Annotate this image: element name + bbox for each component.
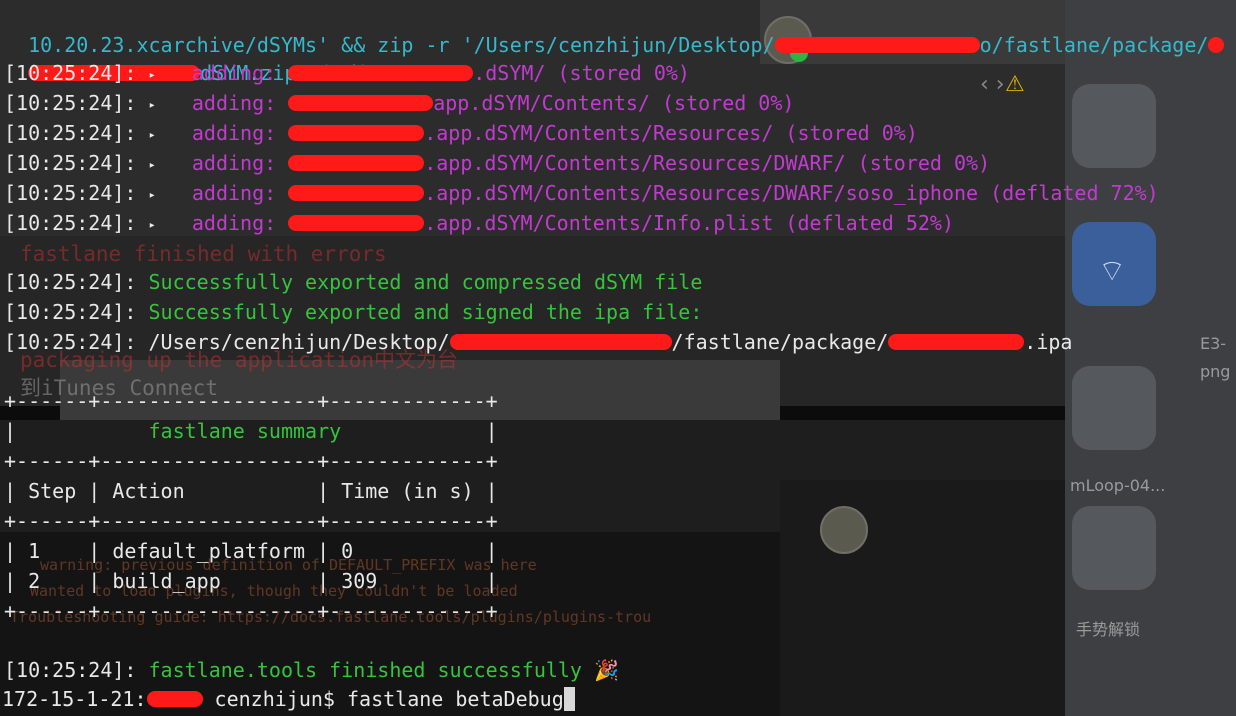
- redaction: [288, 125, 425, 141]
- redaction: [288, 215, 425, 231]
- prompt-line[interactable]: 172-15-1-21: cenzhijun$ fastlane betaDeb…: [2, 684, 575, 714]
- terminal-line: dSYM.zip' *.dSYM: [4, 28, 393, 85]
- triangle-icon: ▸: [148, 217, 156, 232]
- success-message: Successfully exported and compressed dSY…: [148, 270, 703, 294]
- terminal-line: 10.20.23.xcarchive/dSYMs' && zip -r '/Us…: [4, 0, 1225, 57]
- ipa-path: /Users/cenzhijun/Desktop/: [148, 330, 450, 354]
- adding-label: adding:: [191, 91, 277, 115]
- header-time: Time (in s): [341, 479, 474, 503]
- cell-action: default_platform: [112, 539, 306, 563]
- header-step: Step: [28, 479, 77, 503]
- adding-item: .app.dSYM/Contents/Resources/ (stored 0%…: [424, 121, 918, 145]
- side-label: 手势解锁: [1076, 620, 1141, 639]
- adding-item: .app.dSYM/Contents/Info.plist (deflated …: [424, 211, 955, 235]
- timestamp: [10:25:24]:: [4, 300, 137, 324]
- text-cursor: [563, 686, 575, 711]
- timestamp: [10:25:24]:: [4, 270, 137, 294]
- adding-label: adding:: [191, 61, 277, 85]
- wifi-icon: ⌔: [1098, 254, 1127, 289]
- triangle-icon: ▸: [148, 127, 156, 142]
- redaction: [288, 95, 434, 111]
- nav-arrows-icon: ‹ ›: [980, 72, 1005, 97]
- terminal-line: [10:25:24]: ▸ adding: .app.dSYM/Contents…: [4, 208, 954, 238]
- summary-border: +------+------------------+-------------…: [4, 389, 498, 413]
- redaction: [288, 65, 474, 81]
- terminal-line: [10:25:24]: ▸ adding: .app.dSYM/Contents…: [4, 178, 1159, 208]
- adding-label: adding:: [191, 151, 277, 175]
- triangle-icon: ▸: [148, 67, 156, 82]
- avatar: [820, 506, 868, 554]
- redaction: [146, 691, 203, 707]
- side-label: mLoop-04...: [1070, 476, 1166, 495]
- terminal-line: [10:25:24]: ▸ adding: app.dSYM/Contents/…: [4, 88, 794, 118]
- prompt-host: 172-15-1-21:: [2, 687, 147, 711]
- background-chat: [780, 480, 1065, 716]
- redaction: [888, 334, 1025, 350]
- finished-message: fastlane.tools finished successfully: [148, 658, 582, 682]
- adding-item: .app.dSYM/Contents/Resources/DWARF/ (sto…: [424, 151, 991, 175]
- redaction: [288, 155, 425, 171]
- adding-label: adding:: [191, 211, 277, 235]
- app-icon: [1072, 506, 1156, 590]
- terminal-line: [10:25:24]: Successfully exported and co…: [4, 267, 702, 297]
- prompt-user: cenzhijun$: [214, 687, 335, 711]
- zip-command-mid: o/fastlane/package/: [979, 33, 1209, 57]
- timestamp: [10:25:24]:: [4, 181, 137, 205]
- side-label: E3-: [1200, 334, 1227, 353]
- triangle-icon: ▸: [148, 97, 156, 112]
- triangle-icon: ▸: [148, 157, 156, 172]
- cell-time: 0: [341, 539, 354, 563]
- adding-item: .app.dSYM/Contents/Resources/DWARF/soso_…: [424, 181, 1159, 205]
- terminal-line: [10:25:24]: /Users/cenzhijun/Desktop/ /fa…: [4, 327, 1072, 357]
- summary-border: +------+------------------+-------------…: [4, 449, 498, 473]
- redaction: [1208, 37, 1225, 53]
- redaction: [288, 185, 425, 201]
- summary-border: +------+------------------+-------------…: [4, 599, 498, 623]
- app-icon: [1072, 366, 1156, 450]
- header-action: Action: [112, 479, 185, 503]
- ipa-path: /fastlane/package/: [671, 330, 889, 354]
- app-icon: [1072, 84, 1156, 168]
- redaction: [774, 37, 980, 53]
- warning-icon: ⚠: [1005, 72, 1025, 97]
- table-row: | 1 | default_platform | 0 |: [4, 539, 498, 563]
- adding-label: adding:: [191, 181, 277, 205]
- side-label: png: [1200, 362, 1231, 381]
- ipa-path: .ipa: [1024, 330, 1073, 354]
- adding-item: app.dSYM/Contents/ (stored 0%): [433, 91, 795, 115]
- table-row: | 2 | build_app | 309 |: [4, 569, 498, 593]
- cell-time: 309: [341, 569, 378, 593]
- adding-label: adding:: [191, 121, 277, 145]
- summary-title: fastlane summary: [148, 419, 342, 443]
- timestamp: [10:25:24]:: [4, 658, 137, 682]
- timestamp: [10:25:24]:: [4, 330, 137, 354]
- triangle-icon: ▸: [148, 187, 156, 202]
- background-text: fastlane finished with errors: [20, 242, 387, 266]
- command-input[interactable]: fastlane betaDebug: [347, 687, 564, 711]
- summary-title-row: | fastlane summary |: [4, 419, 498, 443]
- cell-step: 1: [28, 539, 41, 563]
- cell-action: build_app: [112, 569, 221, 593]
- timestamp: [10:25:24]:: [4, 151, 137, 175]
- timestamp: [10:25:24]:: [4, 121, 137, 145]
- terminal-line: [10:25:24]: Successfully exported and si…: [4, 297, 702, 327]
- summary-border: +------+------------------+-------------…: [4, 509, 498, 533]
- cell-step: 2: [28, 569, 41, 593]
- adding-item: .dSYM/ (stored 0%): [473, 61, 690, 85]
- success-message: Successfully exported and signed the ipa…: [148, 300, 703, 324]
- redaction: [449, 334, 672, 350]
- terminal-line: [10:25:24]: ▸ adding: .dSYM/ (stored 0%): [4, 58, 690, 88]
- party-popper-icon: 🎉: [594, 658, 619, 682]
- timestamp: [10:25:24]:: [4, 61, 137, 85]
- terminal-line: [10:25:24]: ▸ adding: .app.dSYM/Contents…: [4, 148, 990, 178]
- timestamp: [10:25:24]:: [4, 91, 137, 115]
- terminal-line: [10:25:24]: ▸ adding: .app.dSYM/Contents…: [4, 118, 918, 148]
- terminal-line: [10:25:24]: fastlane.tools finished succ…: [4, 655, 619, 685]
- timestamp: [10:25:24]:: [4, 211, 137, 235]
- summary-header-row: | Step | Action | Time (in s) |: [4, 479, 498, 503]
